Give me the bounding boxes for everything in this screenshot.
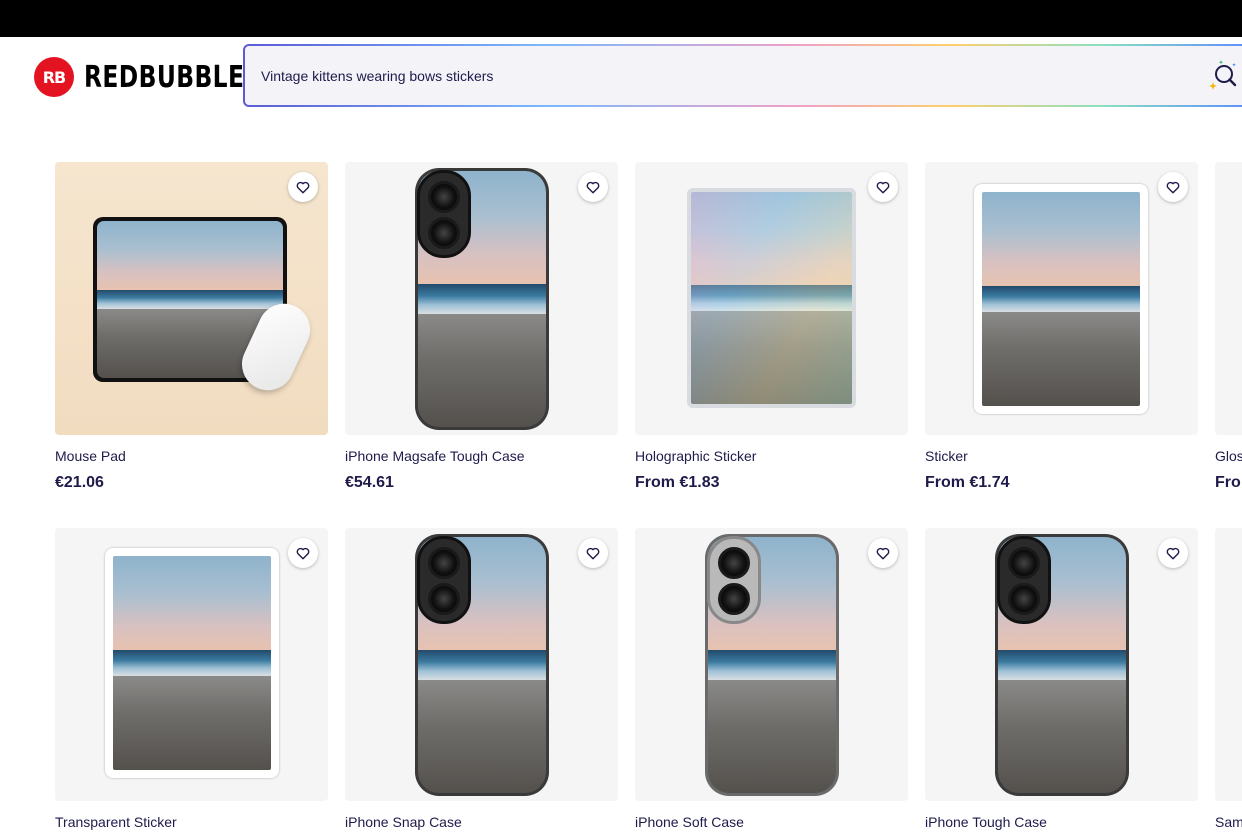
header: RB REDBUBBLE xyxy=(0,37,1242,117)
ai-search-icon[interactable] xyxy=(1207,58,1242,94)
product-card[interactable]: Glos Fro xyxy=(1215,162,1242,492)
heart-icon[interactable] xyxy=(578,538,608,568)
product-card[interactable]: iPhone Magsafe Tough Case €54.61 xyxy=(345,162,618,492)
search-input[interactable] xyxy=(261,67,1161,84)
search-field-container xyxy=(245,46,1242,105)
search-bar xyxy=(243,44,1242,107)
camera-bump xyxy=(997,536,1051,624)
camera-bump xyxy=(417,536,471,624)
logo-mark: RB xyxy=(34,57,74,97)
product-price: €54.61 xyxy=(345,474,394,491)
product-title[interactable]: iPhone Magsafe Tough Case xyxy=(345,448,618,464)
product-price: €21.06 xyxy=(55,474,104,491)
product-image[interactable] xyxy=(345,162,618,435)
product-image[interactable] xyxy=(635,528,908,801)
product-card[interactable]: Sticker From €1.74 xyxy=(925,162,1198,492)
product-image[interactable] xyxy=(55,528,328,801)
product-title[interactable]: Transparent Sticker xyxy=(55,814,328,830)
product-card[interactable]: iPhone Tough Case xyxy=(925,528,1198,830)
product-image[interactable] xyxy=(925,162,1198,435)
product-image[interactable] xyxy=(55,162,328,435)
product-image[interactable] xyxy=(635,162,908,435)
product-card[interactable]: iPhone Soft Case xyxy=(635,528,908,830)
product-image[interactable] xyxy=(925,528,1198,801)
product-title[interactable]: Sticker xyxy=(925,448,1198,464)
product-card[interactable]: Holographic Sticker From €1.83 xyxy=(635,162,908,492)
camera-bump xyxy=(707,536,761,624)
product-title[interactable]: iPhone Tough Case xyxy=(925,814,1198,830)
product-title[interactable]: Glos xyxy=(1215,448,1242,464)
product-title[interactable]: Mouse Pad xyxy=(55,448,328,464)
product-title[interactable]: iPhone Soft Case xyxy=(635,814,908,830)
camera-bump xyxy=(417,170,471,258)
holographic-sheen xyxy=(691,192,852,404)
product-title[interactable]: iPhone Snap Case xyxy=(345,814,618,830)
product-title[interactable]: Sam xyxy=(1215,814,1242,830)
product-card[interactable]: iPhone Snap Case xyxy=(345,528,618,830)
product-card[interactable]: Transparent Sticker xyxy=(55,528,328,830)
product-image[interactable] xyxy=(345,528,618,801)
beach-photo-print xyxy=(982,192,1140,406)
beach-photo-print xyxy=(113,556,271,770)
heart-icon[interactable] xyxy=(288,172,318,202)
product-image[interactable] xyxy=(1215,528,1242,801)
heart-icon[interactable] xyxy=(868,172,898,202)
product-card[interactable]: Mouse Pad €21.06 xyxy=(55,162,328,492)
product-price: Fro xyxy=(1215,474,1241,491)
product-price: From €1.83 xyxy=(635,474,720,491)
heart-icon[interactable] xyxy=(1158,172,1188,202)
heart-icon[interactable] xyxy=(1158,538,1188,568)
product-card[interactable]: Sam xyxy=(1215,528,1242,830)
product-title[interactable]: Holographic Sticker xyxy=(635,448,908,464)
product-image[interactable] xyxy=(1215,162,1242,435)
heart-icon[interactable] xyxy=(288,538,318,568)
top-black-bar xyxy=(0,0,1242,37)
heart-icon[interactable] xyxy=(868,538,898,568)
page: RB REDBUBBLE Mouse Pad €21.06 iPhone Magsa… xyxy=(0,37,1242,839)
logo-wordmark: REDBUBBLE xyxy=(84,59,245,95)
product-price: From €1.74 xyxy=(925,474,1010,491)
heart-icon[interactable] xyxy=(578,172,608,202)
